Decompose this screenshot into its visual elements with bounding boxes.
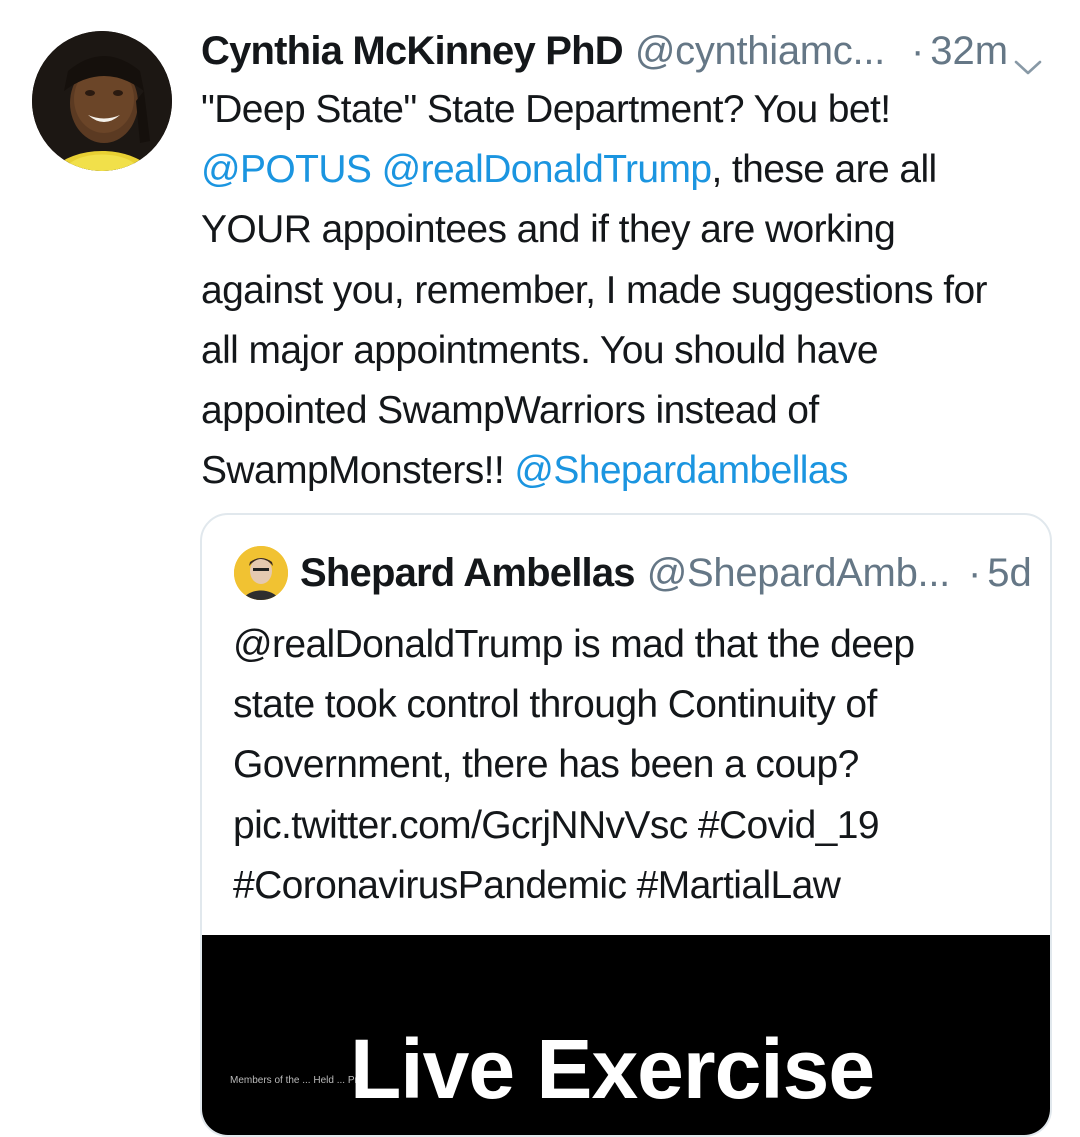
text-line: appointed SwampWarriors instead of — [201, 381, 1051, 441]
text-line: @POTUS @realDonaldTrump, these are all — [201, 140, 1051, 200]
text-segment: all major appointments. You should have — [201, 328, 879, 372]
quoted-tweet-card[interactable]: Shepard Ambellas @ShepardAmb... · 5d @re… — [200, 513, 1052, 1137]
text-line: YOUR appointees and if they are working — [201, 200, 1051, 260]
author-avatar[interactable] — [32, 31, 172, 171]
text-line: all major appointments. You should have — [201, 321, 1051, 381]
quoted-tweet-media[interactable]: Members of the ... Held ... Pri... Live … — [202, 935, 1050, 1135]
quoted-author-avatar[interactable] — [234, 546, 288, 600]
text-line: state took control through Continuity of — [233, 675, 1033, 735]
quoted-tweet-timestamp[interactable]: 5d — [987, 546, 1032, 600]
media-title-text: Live Exercise — [350, 1022, 875, 1116]
text-segment: SwampMonsters!! — [201, 449, 515, 493]
separator-dot: · — [967, 551, 982, 595]
text-line: Government, there has been a coup? — [233, 735, 1033, 795]
text-segment: pic.twitter.com/GcrjNNvVsc #Covid_19 — [233, 803, 880, 847]
separator-dot: · — [910, 29, 925, 73]
text-segment: appointed SwampWarriors instead of — [201, 388, 819, 432]
text-segment: , these are all — [711, 148, 937, 192]
author-handle[interactable]: @cynthiamc... — [635, 26, 885, 76]
quoted-avatar-photo — [234, 546, 288, 600]
mention-link[interactable]: @realDonaldTrump — [382, 148, 712, 191]
quoted-author-handle[interactable]: @ShepardAmb... — [647, 546, 951, 600]
quoted-tweet-text: @realDonaldTrump is mad that the deep sta… — [233, 615, 1033, 916]
quoted-tweet-header: Shepard Ambellas @ShepardAmb... · 5d — [300, 546, 1040, 600]
text-line: #CoronavirusPandemic #MartialLaw — [233, 856, 1033, 916]
tweet-timestamp[interactable]: 32m — [930, 26, 1008, 76]
text-segment: YOUR appointees and if they are working — [201, 208, 896, 252]
text-segment: Government, there has been a coup? — [233, 743, 859, 787]
tweet-header: Cynthia McKinney PhD @cynthiamc... · 32m — [201, 26, 1061, 76]
text-segment: "Deep State" State Department? You bet! — [201, 88, 891, 131]
text-segment: against you, remember, I made suggestion… — [201, 268, 988, 312]
tweet-text: "Deep State" State Department? You bet! @… — [201, 80, 1051, 501]
media-caption: Members of the ... Held ... Pri... — [230, 1075, 369, 1086]
author-name[interactable]: Cynthia McKinney PhD — [201, 26, 624, 76]
text-line: pic.twitter.com/GcrjNNvVsc #Covid_19 — [233, 796, 1033, 856]
avatar-photo — [32, 31, 172, 171]
text-segment: state took control through Continuity of — [233, 683, 877, 727]
text-line: SwampMonsters!! @Shepardambellas — [201, 441, 1051, 501]
text-line: against you, remember, I made suggestion… — [201, 261, 1051, 321]
text-segment: @realDonaldTrump is mad that the deep — [233, 623, 915, 666]
chevron-down-icon[interactable] — [1013, 40, 1043, 75]
text-line: "Deep State" State Department? You bet! — [201, 80, 1051, 140]
text-segment: #CoronavirusPandemic #MartialLaw — [233, 863, 841, 907]
text-segment — [371, 148, 381, 191]
mention-link[interactable]: @Shepardambellas — [514, 449, 848, 492]
quoted-author-name[interactable]: Shepard Ambellas — [300, 546, 636, 600]
mention-link[interactable]: @POTUS — [201, 148, 372, 191]
text-line: @realDonaldTrump is mad that the deep — [233, 615, 1033, 675]
